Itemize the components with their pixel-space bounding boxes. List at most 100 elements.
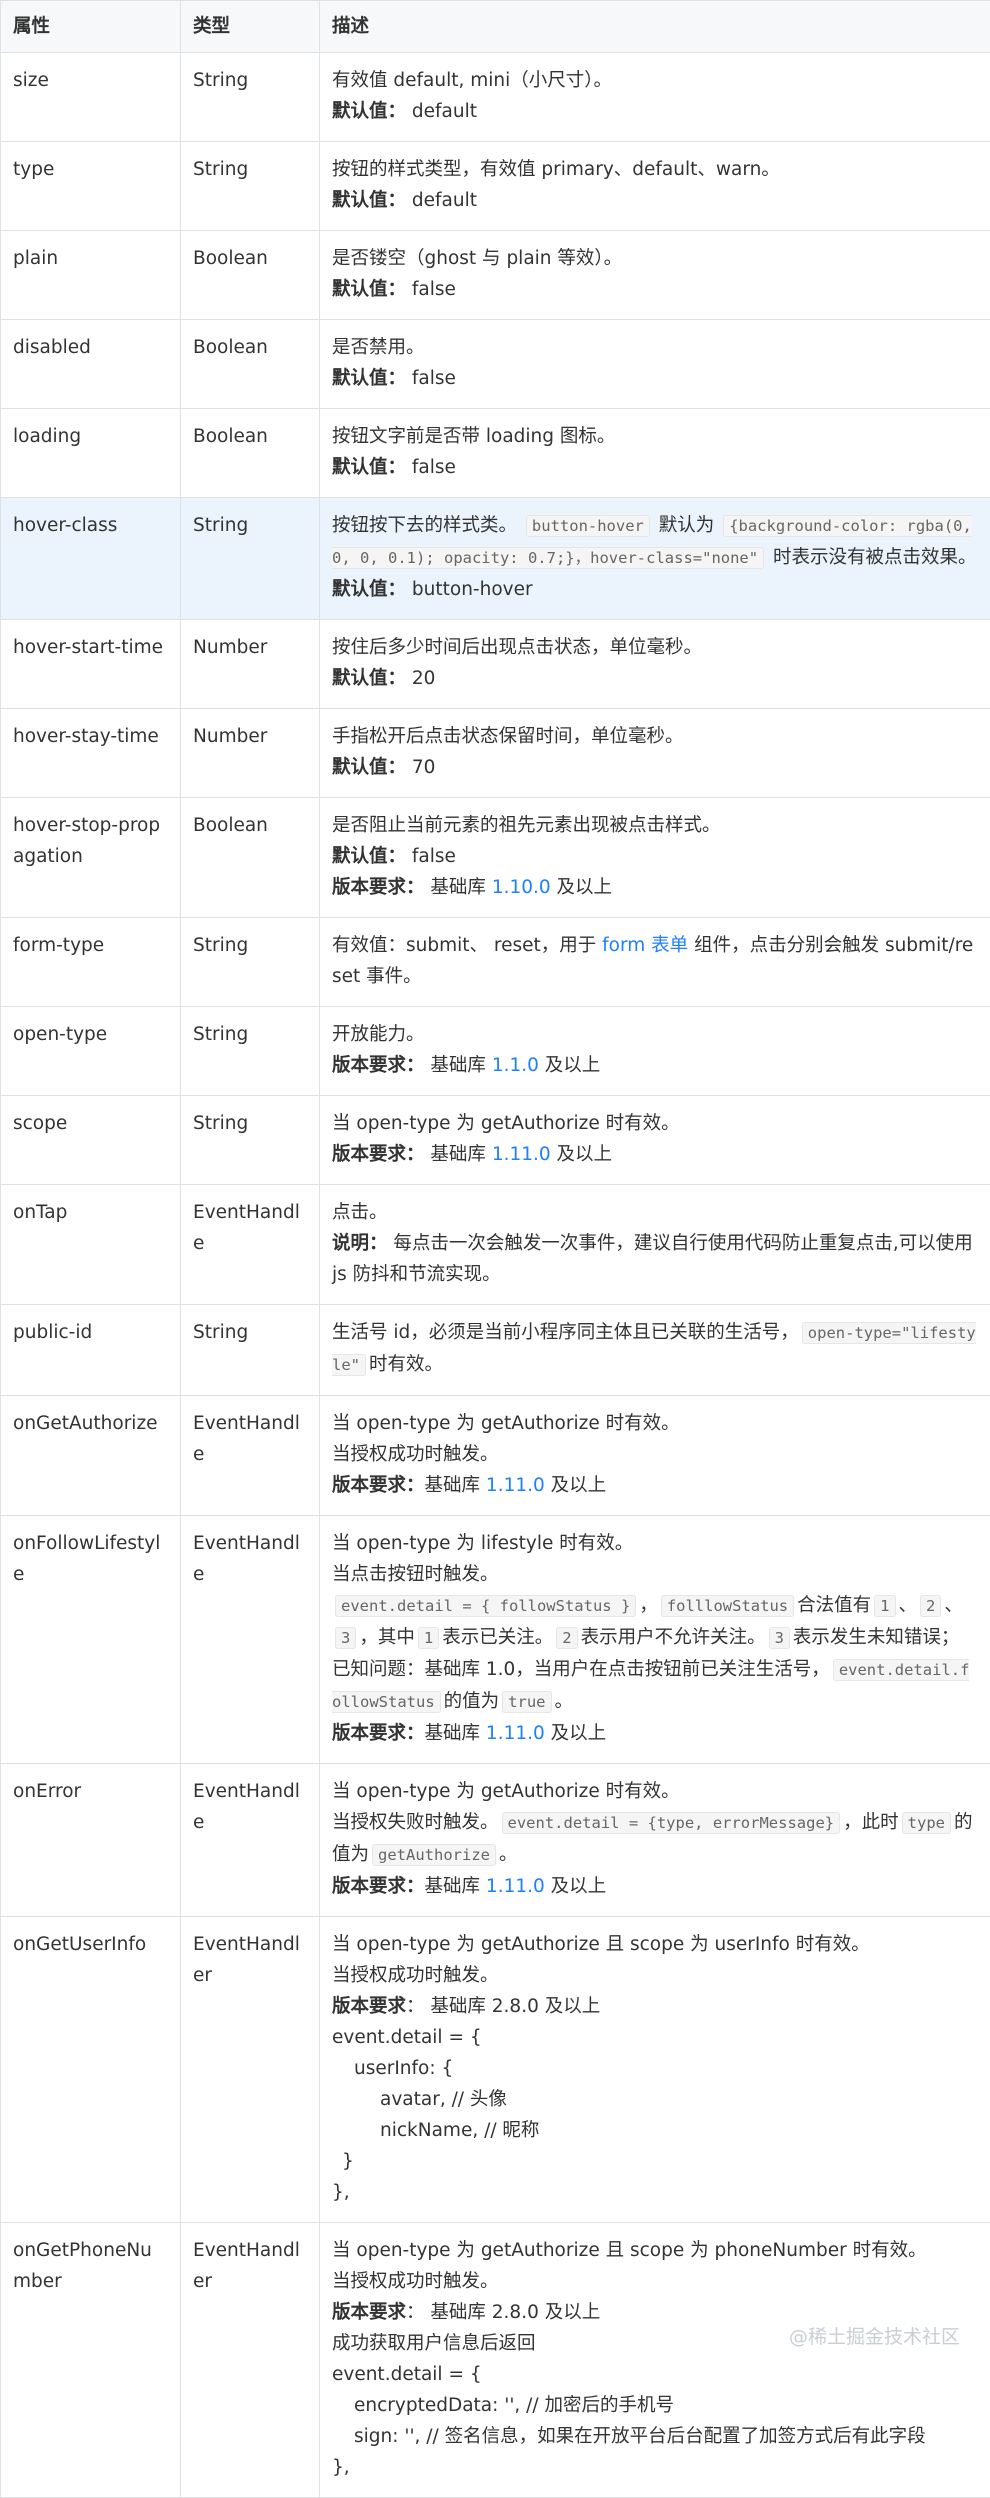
attr-type: String (181, 1007, 320, 1096)
desc-line: 当 open-type 为 lifestyle 时有效。 (332, 1528, 978, 1559)
version-text: 基础库 (430, 1144, 486, 1165)
attr-name: onGetAuthorize (1, 1396, 181, 1516)
attr-name: plain (1, 231, 181, 320)
desc-line: 当点击按钮时触发。 (332, 1559, 978, 1590)
code-line: sign: '', // 签名信息，如果在开放平台后台配置了加签方式后有此字段 (332, 2421, 978, 2452)
default-value: default (412, 190, 477, 211)
attr-description: 当 open-type 为 getAuthorize 时有效。 当授权失败时触发… (320, 1764, 990, 1917)
attr-type: Number (181, 620, 320, 709)
table-row: hover-stop-propagation Boolean 是否阻止当前元素的… (1, 798, 990, 918)
attr-description: 按钮按下去的样式类。 button-hover 默认为 {background-… (320, 498, 990, 620)
table-row: type String 按钮的样式类型，有效值 primary、default、… (1, 142, 990, 231)
attr-description: 生活号 id，必须是当前小程序同主体且已关联的生活号，open-type="li… (320, 1305, 990, 1396)
inline-code: button-hover (526, 515, 650, 537)
version-text: 基础库 (430, 877, 486, 898)
default-value: button-hover (412, 579, 533, 600)
table-row: plain Boolean 是否镂空（ghost 与 plain 等效）。 默认… (1, 231, 990, 320)
default-label: 默认值： (332, 668, 406, 689)
version-suffix: 及以上 (557, 877, 613, 898)
desc-line: 按住后多少时间后出现点击状态，单位毫秒。 (332, 632, 978, 663)
version-suffix: 及以上 (551, 1475, 607, 1496)
attr-type: String (181, 498, 320, 620)
version-label: 版本要求： (332, 1475, 425, 1496)
version-suffix: 及以上 (551, 1723, 607, 1744)
attr-description: 是否镂空（ghost 与 plain 等效）。 默认值： false (320, 231, 990, 320)
attr-type: Number (181, 709, 320, 798)
desc-text: 有效值：submit、 reset，用于 (332, 935, 596, 956)
attr-name: onGetUserInfo (1, 1917, 181, 2223)
desc-text: 合法值有 (797, 1595, 871, 1616)
desc-line: 当 open-type 为 getAuthorize 且 scope 为 pho… (332, 2235, 978, 2266)
version-text: 基础库 (430, 1055, 486, 1076)
table-header-row: 属性 类型 描述 (1, 1, 990, 53)
desc-line: 当 open-type 为 getAuthorize 时有效。 (332, 1776, 978, 1807)
version-label: 版本要求： (332, 1055, 425, 1076)
attr-name: hover-stop-propagation (1, 798, 181, 918)
code-line: event.detail = { (332, 2022, 978, 2053)
default-label: 默认值： (332, 190, 406, 211)
table-row: size String 有效值 default, mini（小尺寸）。 默认值：… (1, 53, 990, 142)
inline-code: true (502, 1691, 551, 1713)
code-line: userInfo: { (332, 2053, 978, 2084)
attr-description: 当 open-type 为 getAuthorize 且 scope 为 pho… (320, 2223, 990, 2498)
attr-description: 当 open-type 为 getAuthorize 时有效。 版本要求： 基础… (320, 1096, 990, 1185)
attr-name: type (1, 142, 181, 231)
code-line: }, (332, 2452, 978, 2483)
inline-code: 2 (556, 1627, 577, 1649)
default-value: 20 (412, 668, 436, 689)
desc-line: 当授权成功时触发。 (332, 2266, 978, 2297)
inline-code: 3 (769, 1627, 790, 1649)
attr-name: public-id (1, 1305, 181, 1396)
attr-name: form-type (1, 918, 181, 1007)
attr-description: 有效值：submit、 reset，用于 form 表单 组件，点击分别会触发 … (320, 918, 990, 1007)
desc-line: 按钮文字前是否带 loading 图标。 (332, 421, 978, 452)
table-row: public-id String 生活号 id，必须是当前小程序同主体且已关联的… (1, 1305, 990, 1396)
version-label: 版本要求 (332, 1996, 406, 2017)
desc-line: 手指松开后点击状态保留时间，单位毫秒。 (332, 721, 978, 752)
attr-type: String (181, 1096, 320, 1185)
version-link[interactable]: 1.11.0 (486, 1723, 545, 1744)
desc-line: 当 open-type 为 getAuthorize 时有效。 (332, 1108, 978, 1139)
version-link[interactable]: 1.11.0 (486, 1876, 545, 1897)
inline-code: folllowStatus (661, 1595, 794, 1617)
desc-text: 、 (944, 1595, 963, 1616)
attr-type: Boolean (181, 320, 320, 409)
inline-code: 1 (874, 1595, 895, 1617)
code-line: } (332, 2146, 978, 2177)
desc-text: 当授权失败时触发。 (332, 1812, 499, 1833)
desc-text: 按钮按下去的样式类。 (332, 515, 517, 536)
version-link[interactable]: 1.11.0 (492, 1144, 551, 1165)
attr-type: EventHandle (181, 1764, 320, 1917)
inline-code: 2 (920, 1595, 941, 1617)
desc-line: 开放能力。 (332, 1019, 978, 1050)
desc-text: 表示发生未知错误； (793, 1627, 960, 1648)
version-link[interactable]: 1.11.0 (486, 1475, 545, 1496)
default-value: false (412, 368, 456, 389)
attr-type: EventHandler (181, 1917, 320, 2223)
attribute-table: 属性 类型 描述 size String 有效值 default, mini（小… (0, 0, 990, 2498)
form-link[interactable]: form 表单 (602, 935, 688, 956)
code-line: }, (332, 2177, 978, 2208)
table-row: onError EventHandle 当 open-type 为 getAut… (1, 1764, 990, 1917)
desc-text: 、 (899, 1595, 918, 1616)
desc-line: 是否阻止当前元素的祖先元素出现被点击样式。 (332, 810, 978, 841)
attr-description: 是否阻止当前元素的祖先元素出现被点击样式。 默认值： false 版本要求： 基… (320, 798, 990, 918)
table-row: disabled Boolean 是否禁用。 默认值： false (1, 320, 990, 409)
attr-description: 当 open-type 为 getAuthorize 时有效。 当授权成功时触发… (320, 1396, 990, 1516)
version-link[interactable]: 1.10.0 (492, 877, 551, 898)
version-label: 版本要求： (332, 1144, 425, 1165)
table-row: onGetAuthorize EventHandle 当 open-type 为… (1, 1396, 990, 1516)
attr-type: Boolean (181, 409, 320, 498)
default-value: false (412, 457, 456, 478)
table-row: scope String 当 open-type 为 getAuthorize … (1, 1096, 990, 1185)
version-label: 版本要求 (332, 2302, 406, 2323)
version-link[interactable]: 1.1.0 (492, 1055, 539, 1076)
desc-text: 表示已关注。 (442, 1627, 553, 1648)
attr-type: String (181, 1305, 320, 1396)
attr-description: 有效值 default, mini（小尺寸）。 默认值： default (320, 53, 990, 142)
attr-description: 点击。 说明： 每点击一次会触发一次事件，建议自行使用代码防止重复点击,可以使用… (320, 1185, 990, 1305)
desc-text: ，此时 (843, 1812, 899, 1833)
attr-description: 是否禁用。 默认值： false (320, 320, 990, 409)
attr-description: 开放能力。 版本要求： 基础库 1.1.0 及以上 (320, 1007, 990, 1096)
desc-text: 表示用户不允许关注。 (581, 1627, 766, 1648)
